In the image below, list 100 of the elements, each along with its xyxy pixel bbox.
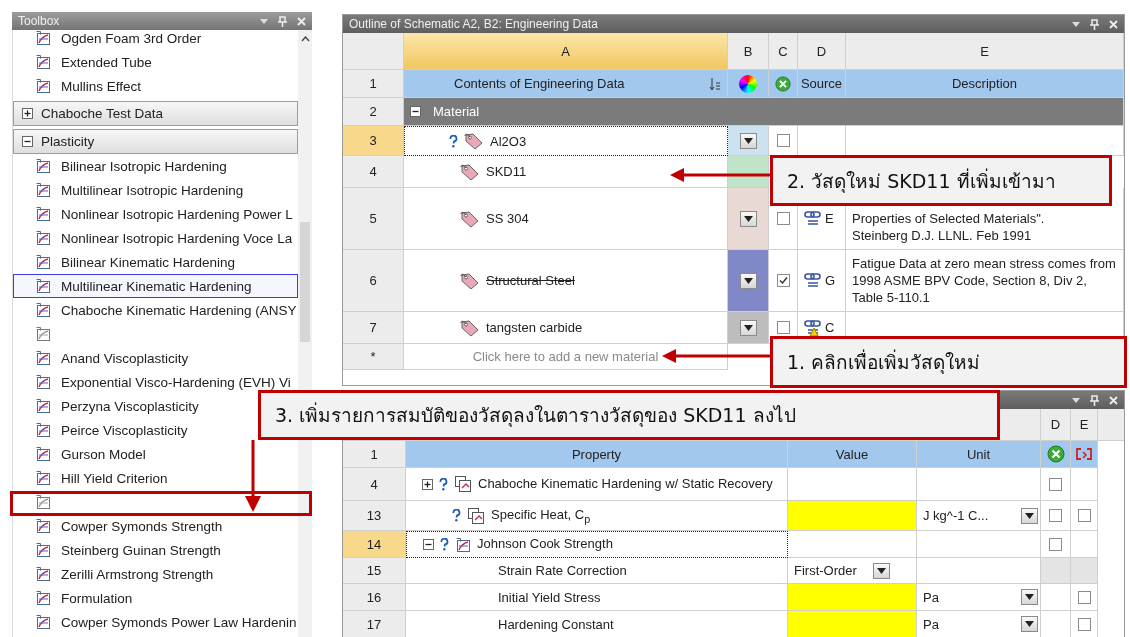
material-cell[interactable]: SS 304 (404, 188, 728, 250)
dropdown-button[interactable] (1021, 616, 1038, 632)
column-header[interactable]: Unit (917, 441, 1041, 468)
tag-icon (460, 209, 480, 228)
pin-icon[interactable] (278, 15, 287, 27)
tag-icon (460, 162, 480, 181)
tag-icon (460, 271, 480, 290)
toolbox-item[interactable]: Nonlinear Isotropic Hardening Power L (13, 202, 297, 226)
dropdown-icon[interactable] (260, 18, 268, 24)
checkbox[interactable] (776, 321, 790, 334)
tag-icon (464, 132, 484, 150)
expand-icon[interactable] (422, 478, 433, 490)
dropdown-button[interactable] (1021, 589, 1038, 605)
toolbox-item[interactable]: Chaboche Kinematic Hardening (ANSY (13, 298, 298, 322)
close-icon[interactable] (1109, 19, 1118, 29)
pin-icon[interactable] (1090, 394, 1099, 406)
checkbox[interactable] (1049, 537, 1062, 551)
property-group-label[interactable]: Johnson Cook Strength (477, 537, 613, 552)
chart-icon (35, 518, 51, 534)
toolbox-group[interactable]: Plasticity (13, 129, 298, 154)
column-letter[interactable]: E (1071, 409, 1098, 441)
group-label: Material (433, 104, 480, 119)
expand-icon[interactable] (22, 108, 33, 119)
material-cell[interactable]: Structural Steel (404, 250, 728, 312)
material-model-icon (467, 506, 485, 525)
checkbox[interactable] (1049, 477, 1062, 491)
unit-label: Pa (923, 589, 939, 605)
column-letter[interactable]: B (728, 33, 769, 70)
column-letter[interactable]: C (769, 33, 798, 70)
checkbox[interactable] (1077, 590, 1091, 604)
toolbox-item[interactable]: Multilinear Isotropic Hardening (13, 178, 248, 202)
caret-icon (743, 137, 753, 144)
value-field[interactable] (788, 501, 917, 531)
add-material-prompt[interactable]: Click here to add a new material (472, 349, 659, 364)
column-letter[interactable]: D (1041, 409, 1071, 441)
dropdown-button[interactable] (1021, 507, 1038, 524)
checkbox[interactable] (776, 274, 790, 287)
toolbox-item[interactable]: Perzyna Viscoplasticity (13, 394, 203, 418)
checkbox[interactable] (1077, 617, 1091, 631)
property-group-label[interactable]: Chaboche Kinematic Hardening w/ Static Recovery (478, 476, 773, 492)
toolbox-item[interactable]: Ogden Foam 3rd Order (13, 30, 206, 50)
dropdown-icon[interactable] (1072, 21, 1080, 27)
column-header[interactable]: Contents of Engineering Data (404, 70, 728, 98)
checkbox[interactable] (1077, 509, 1091, 522)
value-field[interactable] (788, 584, 917, 611)
collapse-icon[interactable] (410, 106, 421, 117)
toolbox-item[interactable]: Hill Yield Criterion (13, 466, 172, 490)
toolbox-item[interactable]: Bilinear Isotropic Hardening (13, 154, 231, 178)
toolbox-item[interactable]: Gurson Model (13, 442, 150, 466)
column-letter[interactable]: A (404, 33, 728, 70)
dropdown-button[interactable] (739, 319, 757, 336)
checkbox[interactable] (776, 134, 790, 147)
property-label: Specific Heat, C$_{p}$ (491, 506, 591, 525)
toolbox-item[interactable]: Peirce Viscoplasticity (13, 418, 192, 442)
column-header[interactable]: Description (846, 70, 1124, 98)
column-header[interactable]: Value (788, 441, 917, 468)
material-cell[interactable]: Al2O3 (404, 126, 728, 156)
pin-icon[interactable] (1090, 18, 1099, 30)
toolbox-item[interactable]: Multilinear Kinematic Hardening (13, 274, 298, 298)
caret-icon (743, 215, 753, 222)
toolbox-item[interactable]: Zerilli Armstrong Strength (13, 562, 218, 586)
dropdown-icon[interactable] (1072, 397, 1080, 403)
material-cell[interactable]: tangsten carbide (404, 312, 728, 344)
chart-icon (35, 278, 51, 294)
dropdown-button[interactable] (739, 272, 757, 289)
column-header[interactable]: Source (798, 70, 846, 98)
row-number: 1 (343, 441, 406, 468)
scroll-thumb[interactable] (300, 222, 310, 342)
close-icon[interactable] (297, 16, 306, 26)
toolbox-item[interactable]: Nonlinear Isotropic Hardening Voce La (13, 226, 297, 250)
checkbox[interactable] (1049, 509, 1062, 522)
close-icon[interactable] (1109, 395, 1118, 405)
chart-icon (35, 470, 51, 486)
scroll-up-icon[interactable] (300, 36, 310, 42)
row-number: 3 (343, 126, 404, 156)
toolbox-group[interactable]: Chaboche Test Data (13, 101, 298, 126)
header-background (1098, 409, 1124, 441)
row-number: 2 (343, 98, 404, 126)
suppress-icon (1046, 445, 1065, 463)
sort-icon[interactable] (709, 76, 721, 91)
dropdown-button[interactable] (739, 132, 757, 149)
toolbox-item[interactable]: Anand Viscoplasticity (13, 346, 193, 370)
value-field[interactable] (788, 611, 917, 637)
caret-icon (1025, 512, 1034, 519)
collapse-icon[interactable] (423, 539, 434, 550)
toolbox-item[interactable]: Bilinear Kinematic Hardening (13, 250, 240, 274)
checkbox[interactable] (776, 212, 790, 225)
column-letter[interactable]: E (846, 33, 1124, 70)
toolbox-item[interactable]: Mullins Effect (13, 74, 146, 98)
toolbox-item[interactable]: Cowper Symonds Strength (13, 514, 227, 538)
toolbox-item[interactable]: Steinberg Guinan Strength (13, 538, 225, 562)
collapse-icon[interactable] (22, 136, 33, 147)
toolbox-item[interactable]: Cowper Symonds Power Law Hardenin (13, 610, 298, 634)
column-header[interactable]: Property (406, 441, 788, 468)
dropdown-button[interactable] (739, 210, 757, 227)
toolbox-item[interactable]: Extended Tube (13, 50, 156, 74)
dropdown-button[interactable] (873, 562, 890, 579)
toolbox-item[interactable]: Formulation (13, 586, 137, 610)
link-icon (804, 209, 822, 228)
column-letter[interactable]: D (798, 33, 846, 70)
